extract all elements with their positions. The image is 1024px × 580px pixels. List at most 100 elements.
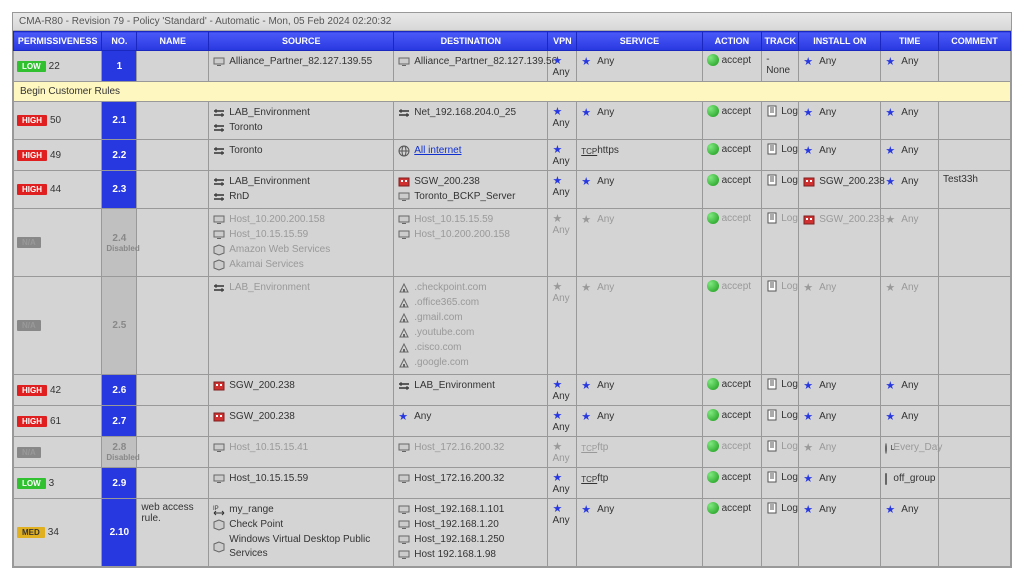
- cell-destination[interactable]: All internet: [394, 140, 548, 171]
- obj-any[interactable]: ★Any: [885, 213, 934, 227]
- object-item[interactable]: TCPftp: [581, 472, 697, 486]
- cell-source[interactable]: Alliance_Partner_82.127.139.55: [209, 51, 394, 82]
- object-item[interactable]: Host_10.15.15.59: [398, 213, 543, 227]
- cell-service[interactable]: ★Any: [577, 102, 702, 140]
- action-accept[interactable]: accept: [707, 174, 751, 186]
- cell-no[interactable]: 2.7: [102, 406, 137, 437]
- vpn-any[interactable]: ★Any: [552, 54, 572, 78]
- obj-any[interactable]: ★Any: [803, 106, 876, 120]
- cell-name[interactable]: web access rule.: [137, 499, 209, 567]
- cell-time[interactable]: ★Any: [881, 51, 939, 82]
- object-item[interactable]: Every_Day: [885, 441, 934, 455]
- cell-vpn[interactable]: ★Any: [548, 140, 577, 171]
- track-log[interactable]: Log: [766, 440, 798, 452]
- track-none[interactable]: - None: [766, 54, 790, 76]
- obj-any[interactable]: ★Any: [885, 106, 934, 120]
- cell-install-on[interactable]: SGW_200.238: [799, 171, 881, 209]
- col-destination[interactable]: DESTINATION: [394, 32, 548, 51]
- cell-name[interactable]: [137, 102, 209, 140]
- cell-name[interactable]: [137, 406, 209, 437]
- cell-time[interactable]: ★Any: [881, 140, 939, 171]
- cell-source[interactable]: Host_10.15.15.41: [209, 437, 394, 468]
- cell-destination[interactable]: Alliance_Partner_82.127.139.56: [394, 51, 548, 82]
- col-install-on[interactable]: INSTALL ON: [799, 32, 881, 51]
- object-item[interactable]: Check Point: [213, 518, 389, 532]
- cell-time[interactable]: ★Any: [881, 209, 939, 277]
- object-item[interactable]: Host_10.15.15.41: [213, 441, 389, 455]
- cell-comment[interactable]: [938, 209, 1010, 277]
- cell-vpn[interactable]: ★Any: [548, 277, 577, 375]
- cell-permissiveness[interactable]: LOW22: [14, 51, 102, 82]
- obj-any[interactable]: ★Any: [803, 379, 876, 393]
- object-item[interactable]: .youtube.com: [398, 326, 543, 340]
- object-item[interactable]: Host_10.15.15.59: [213, 228, 389, 242]
- cell-destination[interactable]: Host_172.16.200.32: [394, 437, 548, 468]
- obj-any[interactable]: ★Any: [885, 410, 934, 424]
- rule-row[interactable]: N/A 2.4Disabled Host_10.200.200.158Host_…: [14, 209, 1011, 277]
- rule-row[interactable]: MED34 2.10 web access rule. IPmy_rangeCh…: [14, 499, 1011, 567]
- obj-any[interactable]: ★Any: [803, 503, 876, 517]
- obj-any[interactable]: ★Any: [803, 281, 876, 295]
- cell-no[interactable]: 2.6: [102, 375, 137, 406]
- cell-source[interactable]: SGW_200.238: [209, 406, 394, 437]
- object-item[interactable]: LAB_Environment: [213, 106, 389, 120]
- col-vpn[interactable]: VPN: [548, 32, 577, 51]
- object-item[interactable]: .office365.com: [398, 296, 543, 310]
- cell-comment[interactable]: [938, 375, 1010, 406]
- cell-permissiveness[interactable]: HIGH44: [14, 171, 102, 209]
- cell-track[interactable]: Log: [762, 499, 799, 567]
- cell-no[interactable]: 2.2: [102, 140, 137, 171]
- object-item[interactable]: Host_172.16.200.32: [398, 441, 543, 455]
- cell-install-on[interactable]: SGW_200.238: [799, 209, 881, 277]
- cell-comment[interactable]: [938, 437, 1010, 468]
- cell-destination[interactable]: .checkpoint.com.office365.com.gmail.com.…: [394, 277, 548, 375]
- cell-name[interactable]: [137, 171, 209, 209]
- rule-row[interactable]: HIGH50 2.1 LAB_EnvironmentToronto Net_19…: [14, 102, 1011, 140]
- obj-any[interactable]: ★Any: [581, 55, 697, 69]
- col-time[interactable]: TIME: [881, 32, 939, 51]
- object-item[interactable]: Toronto: [213, 144, 389, 158]
- track-log[interactable]: Log: [766, 143, 798, 155]
- vpn-any[interactable]: ★Any: [552, 471, 572, 495]
- object-item[interactable]: Alliance_Partner_82.127.139.55: [213, 55, 389, 69]
- cell-service[interactable]: TCPhttps: [577, 140, 702, 171]
- cell-vpn[interactable]: ★Any: [548, 468, 577, 499]
- cell-permissiveness[interactable]: HIGH49: [14, 140, 102, 171]
- cell-permissiveness[interactable]: N/A: [14, 437, 102, 468]
- obj-link[interactable]: All internet: [414, 144, 461, 158]
- obj-any[interactable]: ★Any: [803, 144, 876, 158]
- col-track[interactable]: TRACK: [762, 32, 799, 51]
- cell-action[interactable]: accept: [702, 375, 762, 406]
- col-action[interactable]: ACTION: [702, 32, 762, 51]
- cell-time[interactable]: ★Any: [881, 406, 939, 437]
- object-item[interactable]: SGW_200.238: [213, 379, 389, 393]
- col-no[interactable]: NO.: [102, 32, 137, 51]
- object-item[interactable]: Host_172.16.200.32: [398, 472, 543, 486]
- cell-comment[interactable]: [938, 51, 1010, 82]
- cell-action[interactable]: accept: [702, 406, 762, 437]
- cell-source[interactable]: LAB_Environment: [209, 277, 394, 375]
- cell-track[interactable]: Log: [762, 375, 799, 406]
- object-item[interactable]: off_group: [885, 472, 934, 486]
- cell-name[interactable]: [137, 437, 209, 468]
- object-item[interactable]: .cisco.com: [398, 341, 543, 355]
- cell-vpn[interactable]: ★Any: [548, 209, 577, 277]
- obj-any[interactable]: ★Any: [885, 175, 934, 189]
- cell-destination[interactable]: Host_172.16.200.32: [394, 468, 548, 499]
- object-item[interactable]: .checkpoint.com: [398, 281, 543, 295]
- cell-install-on[interactable]: ★Any: [799, 51, 881, 82]
- cell-no[interactable]: 2.10: [102, 499, 137, 567]
- cell-no[interactable]: 1: [102, 51, 137, 82]
- rule-row[interactable]: HIGH49 2.2 Toronto All internet ★Any TCP…: [14, 140, 1011, 171]
- cell-vpn[interactable]: ★Any: [548, 375, 577, 406]
- action-accept[interactable]: accept: [707, 280, 751, 292]
- action-accept[interactable]: accept: [707, 143, 751, 155]
- object-item[interactable]: Host_192.168.1.250: [398, 533, 543, 547]
- cell-comment[interactable]: [938, 499, 1010, 567]
- obj-any[interactable]: ★Any: [581, 213, 697, 227]
- cell-time[interactable]: Every_Day: [881, 437, 939, 468]
- object-item[interactable]: Host_10.200.200.158: [213, 213, 389, 227]
- cell-no[interactable]: 2.3: [102, 171, 137, 209]
- object-item[interactable]: RnD: [213, 190, 389, 204]
- col-name[interactable]: NAME: [137, 32, 209, 51]
